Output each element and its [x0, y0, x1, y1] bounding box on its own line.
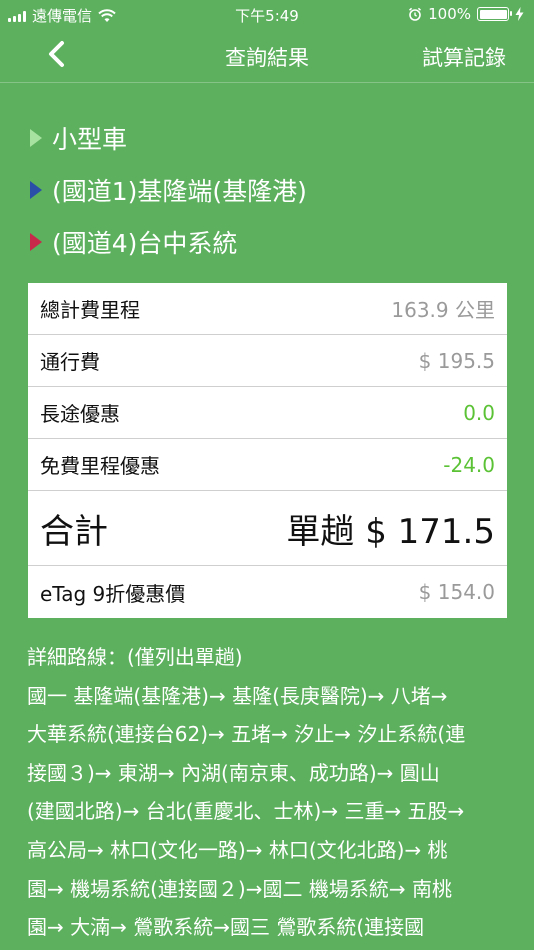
nav-bar: 查詢結果 試算記錄: [0, 30, 534, 80]
mileage-label: 總計費里程: [40, 298, 140, 322]
route-details-line: 園→ 機場系統(連接國２)→國二 機場系統→ 南桃: [27, 876, 452, 901]
etag-row: eTag 9折優惠價 $ 154.0: [28, 566, 507, 618]
route-summary: 小型車 (國道1)基隆端(基隆港) (國道4)台中系統: [30, 112, 307, 268]
status-bar: 遠傳電信 下午5:49 100%: [0, 0, 534, 30]
route-details-line: 大華系統(連接台62)→ 五堵→ 汐止→ 汐止系統(連: [27, 722, 466, 747]
mileage-value: 163.9 公里: [391, 298, 495, 322]
route-details-line: 園→ 大湳→ 鶯歌系統→國三 鶯歌系統(連接國: [27, 915, 425, 940]
charging-icon: [515, 7, 524, 21]
start-point: (國道1)基隆端(基隆港): [30, 164, 307, 216]
long-distance-value: 0.0: [463, 400, 495, 425]
battery-icon: [477, 7, 512, 21]
alarm-icon: [409, 7, 422, 21]
long-distance-row: 長途優惠 0.0: [28, 387, 507, 439]
etag-value: $ 154.0: [418, 580, 495, 604]
end-point-label: (國道4)台中系統: [52, 229, 238, 258]
toll-value: $ 195.5: [418, 348, 495, 373]
route-details-line: 國一 基隆端(基隆港)→ 基隆(長庚醫院)→ 八堵→: [27, 683, 448, 708]
calc-record-button[interactable]: 試算記錄: [422, 42, 506, 72]
battery-percent: 100%: [428, 5, 471, 23]
free-mileage-label: 免費里程優惠: [40, 454, 160, 478]
toll-label: 通行費: [40, 350, 100, 374]
route-details-line: 接國３)→ 東湖→ 內湖(南京東、成功路)→ 圓山: [27, 760, 440, 785]
total-row: 合計 單趟 $ 171.5: [28, 491, 507, 566]
route-details-line: (建國北路)→ 台北(重慶北、士林)→ 三重→ 五股→: [27, 799, 465, 824]
route-details: 詳細路線：(僅列出單趟) 國一 基隆端(基隆港)→ 基隆(長庚醫院)→ 八堵→ …: [27, 638, 511, 947]
nav-divider: [0, 82, 534, 83]
vehicle-type-label: 小型車: [52, 125, 128, 154]
fee-table: 總計費里程 163.9 公里 通行費 $ 195.5 長途優惠 0.0 免費里程…: [28, 283, 507, 618]
long-distance-label: 長途優惠: [40, 402, 120, 426]
free-mileage-row: 免費里程優惠 -24.0: [28, 439, 507, 491]
start-point-label: (國道1)基隆端(基隆港): [52, 177, 307, 206]
vehicle-marker-icon: [30, 129, 42, 147]
status-right: 100%: [408, 5, 524, 23]
route-details-heading: 詳細路線：(僅列出單趟): [27, 645, 243, 669]
total-value: 單趟 $ 171.5: [286, 511, 495, 552]
free-mileage-value: -24.0: [443, 452, 495, 477]
vehicle-type: 小型車: [30, 112, 307, 164]
etag-label: eTag 9折優惠價: [40, 581, 186, 606]
end-point: (國道4)台中系統: [30, 216, 307, 268]
start-marker-icon: [30, 181, 42, 199]
toll-row: 通行費 $ 195.5: [28, 335, 507, 387]
mileage-row: 總計費里程 163.9 公里: [28, 283, 507, 335]
end-marker-icon: [30, 233, 42, 251]
route-details-line: 高公局→ 林口(文化一路)→ 林口(文化北路)→ 桃: [27, 837, 448, 862]
total-label: 合計: [40, 511, 108, 552]
